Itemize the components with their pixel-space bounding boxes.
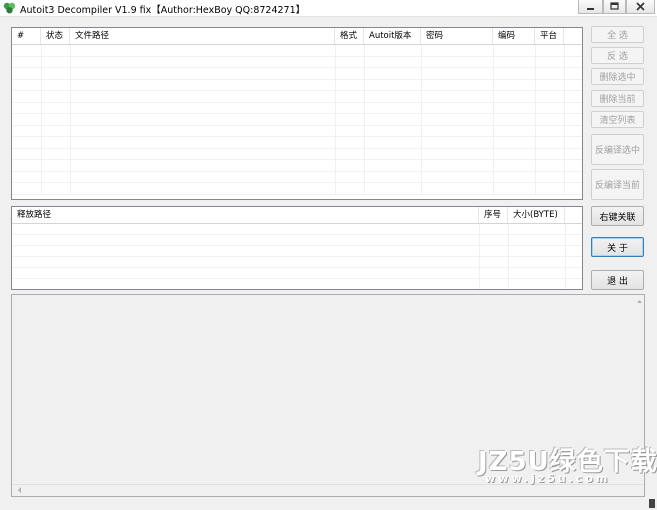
col-autoit-version[interactable]: Autoit版本: [364, 28, 421, 44]
empty-row: [12, 103, 582, 114]
resize-grip[interactable]: [649, 499, 655, 508]
grid-line: [364, 45, 365, 195]
release-list-header: 释放路径 序号 大小(BYTE): [12, 207, 582, 224]
grid-line: [535, 45, 536, 195]
log-horizontal-scrollbar[interactable]: [12, 484, 644, 496]
release-list[interactable]: 释放路径 序号 大小(BYTE): [11, 206, 583, 290]
about-button[interactable]: 关 于: [591, 237, 644, 257]
col-encoding[interactable]: 编码: [493, 28, 535, 44]
empty-row: [12, 45, 582, 57]
empty-row: [12, 68, 582, 80]
empty-row: [12, 91, 582, 103]
grid-line: [70, 45, 71, 195]
col-status[interactable]: 状态: [41, 28, 70, 44]
empty-row: [12, 246, 582, 257]
window-title: Autoit3 Decompiler V1.9 fix【Author:HexBo…: [20, 5, 306, 16]
scroll-left-icon: [18, 487, 21, 493]
invert-select-button[interactable]: 反 选: [591, 47, 644, 64]
grid-line: [41, 45, 42, 195]
empty-row: [12, 57, 582, 68]
grid-line: [493, 45, 494, 195]
grid-line: [564, 45, 565, 195]
clear-list-button[interactable]: 清空列表: [591, 111, 644, 128]
grid-line: [565, 224, 566, 289]
decompile-selected-button[interactable]: 反编译选中: [591, 134, 644, 165]
empty-row: [12, 183, 582, 195]
empty-row: [12, 257, 582, 268]
title-bar: Autoit3 Decompiler V1.9 fix【Author:HexBo…: [0, 0, 657, 17]
col-index[interactable]: #: [12, 28, 41, 44]
col-format[interactable]: 格式: [335, 28, 364, 44]
file-list[interactable]: # 状态 文件路径 格式 Autoit版本 密码 编码 平台: [11, 27, 583, 200]
delete-selected-button[interactable]: 删除选中: [591, 68, 644, 85]
col-password[interactable]: 密码: [421, 28, 493, 44]
empty-row: [12, 235, 582, 246]
app-icon: [3, 2, 16, 14]
col-file-path[interactable]: 文件路径: [70, 28, 335, 44]
decompile-current-button[interactable]: 反编译当前: [591, 169, 644, 200]
empty-row: [12, 80, 582, 91]
scroll-up-icon: [637, 300, 642, 303]
empty-row: [12, 149, 582, 160]
empty-row: [12, 279, 582, 289]
empty-row: [12, 126, 582, 137]
empty-row: [12, 224, 582, 235]
exit-button[interactable]: 退 出: [591, 270, 644, 290]
grid-line: [508, 224, 509, 289]
delete-current-button[interactable]: 删除当前: [591, 90, 644, 107]
grid-line: [421, 45, 422, 195]
col-sequence[interactable]: 序号: [479, 207, 508, 223]
empty-row: [12, 268, 582, 279]
grid-line: [479, 224, 480, 289]
select-all-button[interactable]: 全 选: [591, 26, 644, 43]
watermark-url: www.jz5u.com: [485, 472, 611, 485]
col-platform[interactable]: 平台: [535, 28, 564, 44]
maximize-icon: [610, 2, 619, 10]
col-release-path[interactable]: 释放路径: [12, 207, 479, 223]
maximize-button[interactable]: [603, 0, 626, 14]
file-list-header: # 状态 文件路径 格式 Autoit版本 密码 编码 平台: [12, 28, 582, 45]
close-button[interactable]: [626, 0, 655, 14]
empty-row: [12, 114, 582, 126]
empty-row: [12, 160, 582, 172]
close-icon: [636, 2, 645, 11]
empty-row: [12, 172, 582, 183]
minimize-icon: [587, 8, 594, 10]
grid-line: [335, 45, 336, 195]
minimize-button[interactable]: [578, 0, 603, 14]
col-size[interactable]: 大小(BYTE): [508, 207, 565, 223]
context-menu-assoc-button[interactable]: 右键关联: [591, 206, 644, 226]
empty-row: [12, 137, 582, 149]
